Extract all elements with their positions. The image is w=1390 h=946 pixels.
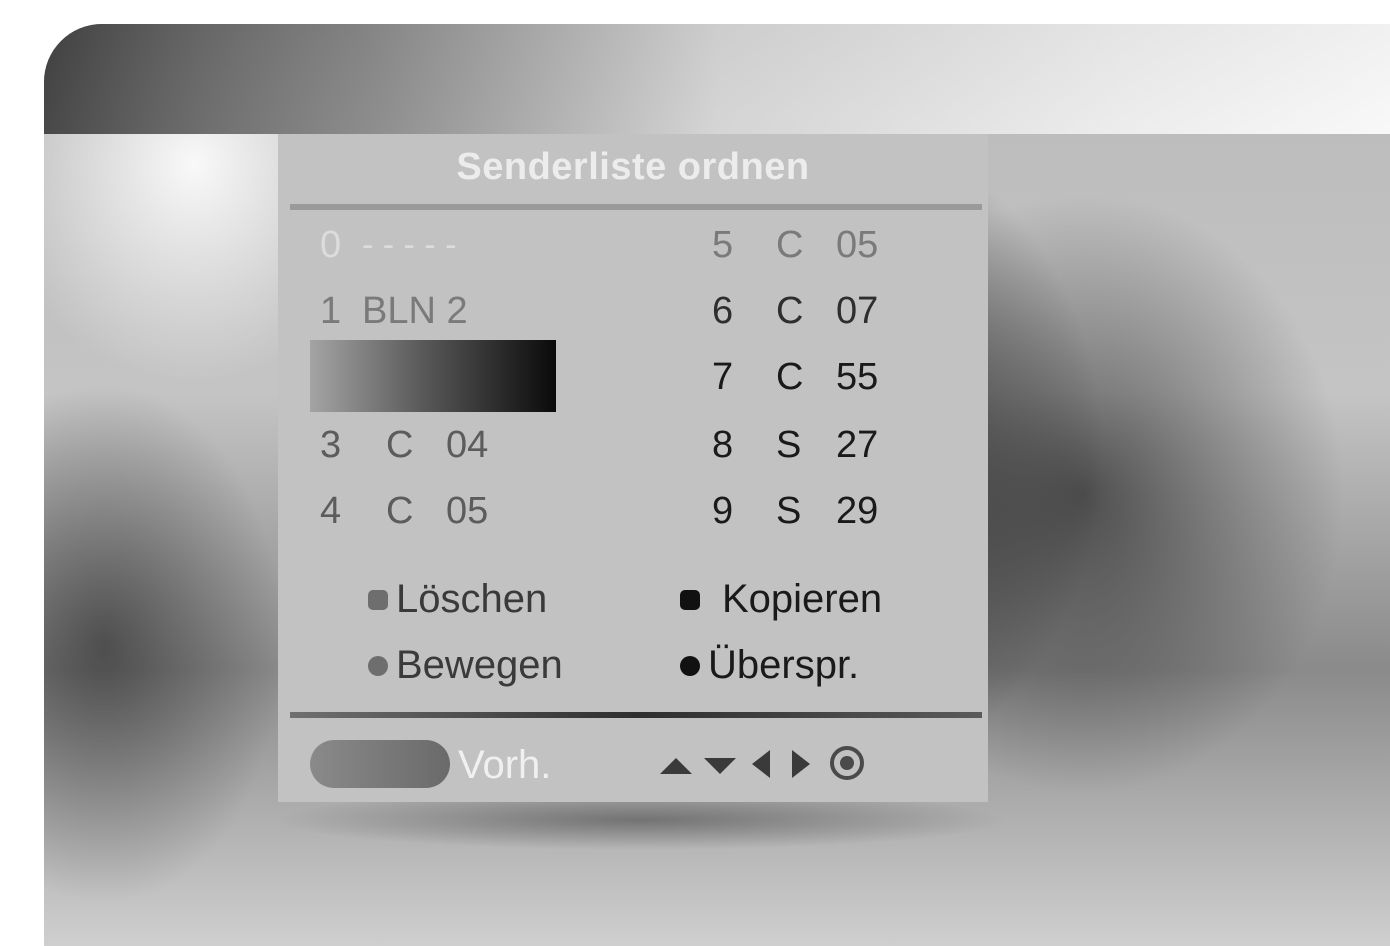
channel-row-8[interactable]: 8 S 27 — [712, 420, 912, 470]
legend-move[interactable]: Bewegen — [368, 640, 608, 690]
legend-skip[interactable]: Überspr. — [680, 640, 920, 690]
channel-name: 04 — [446, 424, 489, 466]
channel-name: 05 — [836, 224, 879, 266]
legend-delete[interactable]: Löschen — [368, 574, 608, 624]
legend-copy[interactable]: Kopieren — [680, 574, 920, 624]
channel-number: 8 — [712, 424, 734, 466]
channel-row-7[interactable]: 7 C 55 — [712, 352, 912, 402]
triangle-up-icon — [660, 758, 692, 774]
channel-number: 3 — [320, 424, 342, 466]
channel-band: C — [386, 424, 414, 466]
legend-skip-label: Überspr. — [708, 643, 860, 687]
menu-title: Senderliste ordnen — [456, 146, 810, 188]
channel-number: 4 — [320, 490, 342, 532]
channel-row-4[interactable]: 4 C 05 — [320, 486, 620, 536]
previous-label: Vorh. — [458, 743, 552, 787]
red-key-icon — [368, 590, 388, 610]
channel-number: 6 — [712, 290, 734, 332]
channel-number: 5 — [712, 224, 734, 266]
channel-name: 55 — [836, 356, 879, 398]
channel-band: C — [776, 224, 804, 266]
green-key-icon — [680, 590, 700, 610]
channel-name: 29 — [836, 490, 879, 532]
channel-band: C — [776, 290, 804, 332]
yellow-key-icon — [368, 656, 388, 676]
channel-band: C — [386, 490, 414, 532]
channel-band: S — [776, 424, 802, 466]
screen-highlight — [44, 24, 1390, 134]
channel-name: - - - - - — [362, 226, 457, 264]
channel-row-0[interactable]: 0 - - - - - — [320, 220, 620, 270]
channel-row-1[interactable]: 1 BLN 2 — [320, 286, 620, 336]
channel-number: 1 — [320, 290, 342, 332]
title-divider — [290, 204, 982, 210]
channel-number: 7 — [712, 356, 734, 398]
channel-row-3[interactable]: 3 C 04 — [320, 420, 620, 470]
channel-number: 0 — [320, 224, 342, 266]
legend-copy-label: Kopieren — [722, 577, 883, 621]
channel-name: 07 — [836, 290, 879, 332]
legend-delete-label: Löschen — [396, 577, 548, 621]
footer-divider — [290, 712, 982, 718]
blue-key-icon — [680, 656, 700, 676]
channel-row-9[interactable]: 9 S 29 — [712, 486, 912, 536]
legend-move-label: Bewegen — [396, 643, 563, 687]
channel-band: C — [776, 356, 804, 398]
channel-name: 27 — [836, 424, 879, 466]
menu-button-icon[interactable] — [310, 740, 450, 788]
triangle-down-icon — [704, 758, 736, 774]
ok-button-icon — [830, 746, 864, 780]
channel-row-6[interactable]: 6 C 07 — [712, 286, 912, 336]
channel-row-5[interactable]: 5 C 05 — [712, 220, 912, 270]
selected-channel-highlight[interactable] — [310, 340, 556, 412]
triangle-left-icon — [752, 750, 770, 778]
triangle-right-icon — [792, 750, 810, 778]
channel-name: 05 — [446, 490, 489, 532]
channel-sort-menu: Senderliste ordnen 0 - - - - - 1 BLN 2 3… — [278, 134, 988, 802]
channel-band: S — [776, 490, 802, 532]
channel-name: BLN 2 — [362, 290, 468, 332]
channel-number: 9 — [712, 490, 734, 532]
